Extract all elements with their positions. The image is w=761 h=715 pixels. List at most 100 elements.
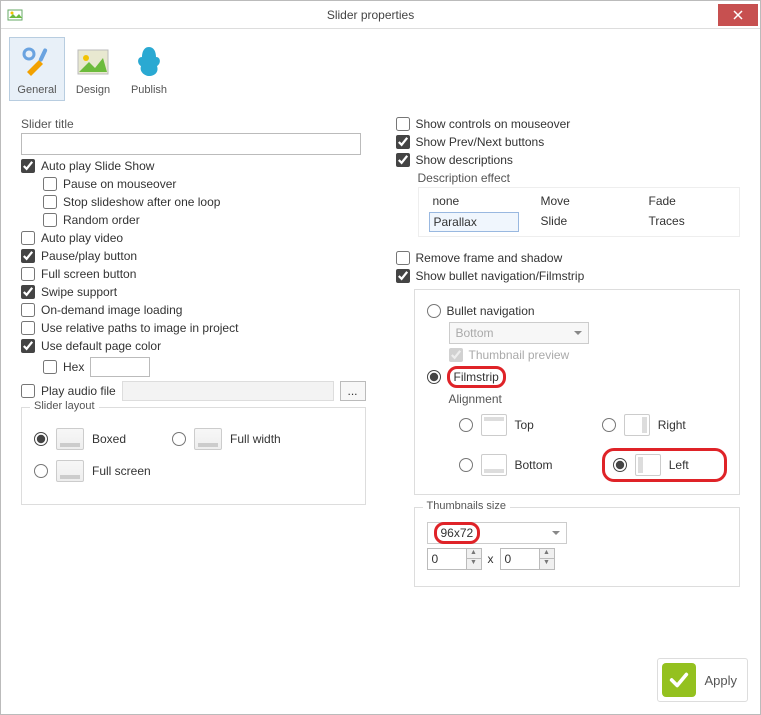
- alignment-label: Alignment: [449, 392, 502, 406]
- show-desc-checkbox[interactable]: [396, 153, 410, 167]
- pause-mouseover-label: Pause on mouseover: [63, 177, 176, 191]
- thumb-w-input[interactable]: [427, 548, 467, 570]
- relpaths-checkbox[interactable]: [21, 321, 35, 335]
- align-top-icon: [481, 414, 507, 436]
- apply-label: Apply: [704, 673, 737, 688]
- layout-fullscreen-radio[interactable]: [34, 464, 48, 478]
- close-button[interactable]: [718, 4, 758, 26]
- close-icon: [733, 10, 743, 20]
- thumb-x-label: x: [488, 552, 494, 566]
- align-bottom-label: Bottom: [515, 458, 553, 472]
- layout-boxed-radio[interactable]: [34, 432, 48, 446]
- bullet-pos-dropdown: Bottom: [449, 322, 589, 344]
- titlebar: Slider properties: [1, 1, 760, 29]
- bullet-nav-label: Bullet navigation: [447, 304, 535, 318]
- thumb-h-input[interactable]: [500, 548, 540, 570]
- play-audio-label: Play audio file: [41, 384, 116, 398]
- pauseplay-btn-checkbox[interactable]: [21, 249, 35, 263]
- desc-effect-label: Description effect: [418, 171, 741, 185]
- show-desc-label: Show descriptions: [416, 153, 513, 167]
- layout-fullwidth-icon: [194, 428, 222, 450]
- ondemand-checkbox[interactable]: [21, 303, 35, 317]
- desc-effect-none[interactable]: none: [429, 192, 519, 210]
- defcolor-checkbox[interactable]: [21, 339, 35, 353]
- thumb-preview-checkbox: [449, 348, 463, 362]
- slider-layout-group: Slider layout Boxed Full width Full scre…: [21, 407, 366, 505]
- thumbs-size-dropdown[interactable]: 96x72: [427, 522, 567, 544]
- remove-frame-label: Remove frame and shadow: [416, 251, 563, 265]
- thumb-w-spinner[interactable]: ▲▼: [427, 548, 482, 570]
- random-order-checkbox[interactable]: [43, 213, 57, 227]
- tab-general-label: General: [17, 84, 56, 96]
- remove-frame-checkbox[interactable]: [396, 251, 410, 265]
- filmstrip-radio[interactable]: [427, 370, 441, 384]
- show-controls-label: Show controls on mouseover: [416, 117, 571, 131]
- align-right-label: Right: [658, 418, 686, 432]
- layout-fullwidth-radio[interactable]: [172, 432, 186, 446]
- align-top-radio[interactable]: [459, 418, 473, 432]
- hex-label: Hex: [63, 360, 84, 374]
- tab-design[interactable]: Design: [65, 37, 121, 101]
- align-left-label: Left: [669, 458, 689, 472]
- tab-general[interactable]: General: [9, 37, 65, 101]
- show-bullet-label: Show bullet navigation/Filmstrip: [416, 269, 585, 283]
- layout-boxed-icon: [56, 428, 84, 450]
- ondemand-label: On-demand image loading: [41, 303, 182, 317]
- thumb-h-down[interactable]: ▼: [540, 559, 554, 569]
- show-prevnext-label: Show Prev/Next buttons: [416, 135, 545, 149]
- thumb-h-spinner[interactable]: ▲▼: [500, 548, 555, 570]
- thumbs-group: Thumbnails size 96x72 ▲▼ x ▲▼: [414, 507, 741, 587]
- align-bottom-radio[interactable]: [459, 458, 473, 472]
- window-title: Slider properties: [23, 8, 718, 22]
- desc-effect-move[interactable]: Move: [537, 192, 627, 210]
- picture-icon: [73, 42, 113, 82]
- app-icon: [7, 7, 23, 23]
- pause-mouseover-checkbox[interactable]: [43, 177, 57, 191]
- swipe-checkbox[interactable]: [21, 285, 35, 299]
- filmstrip-label: Filmstrip: [447, 366, 506, 388]
- hex-checkbox[interactable]: [43, 360, 57, 374]
- thumb-w-up[interactable]: ▲: [467, 549, 481, 559]
- tools-icon: [17, 42, 57, 82]
- desc-effect-traces[interactable]: Traces: [645, 212, 735, 232]
- autoplay-checkbox[interactable]: [21, 159, 35, 173]
- desc-effect-slide[interactable]: Slide: [537, 212, 627, 232]
- hex-input[interactable]: [90, 357, 150, 377]
- tab-design-label: Design: [76, 84, 110, 96]
- align-top-label: Top: [515, 418, 534, 432]
- thumb-w-down[interactable]: ▼: [467, 559, 481, 569]
- tab-bar: General Design Publish: [7, 33, 754, 101]
- align-left-radio[interactable]: [613, 458, 627, 472]
- random-order-label: Random order: [63, 213, 140, 227]
- show-controls-checkbox[interactable]: [396, 117, 410, 131]
- layout-fullwidth-label: Full width: [230, 432, 281, 446]
- right-column: Show controls on mouseover Show Prev/Nex…: [396, 113, 741, 587]
- publish-icon: [129, 42, 169, 82]
- tab-publish[interactable]: Publish: [121, 37, 177, 101]
- thumbs-title: Thumbnails size: [423, 500, 510, 512]
- thumbs-size-value: 96x72: [434, 522, 481, 544]
- play-audio-checkbox[interactable]: [21, 384, 35, 398]
- check-icon: [662, 663, 696, 697]
- autoplay-video-checkbox[interactable]: [21, 231, 35, 245]
- audio-browse-button[interactable]: ...: [340, 381, 366, 401]
- audio-path-input: [122, 381, 334, 401]
- desc-effect-fade[interactable]: Fade: [645, 192, 735, 210]
- apply-button[interactable]: Apply: [657, 658, 748, 702]
- show-prevnext-checkbox[interactable]: [396, 135, 410, 149]
- content: General Design Publish Slider title Auto…: [1, 29, 760, 603]
- align-right-radio[interactable]: [602, 418, 616, 432]
- pauseplay-btn-label: Pause/play button: [41, 249, 137, 263]
- bullet-nav-radio[interactable]: [427, 304, 441, 318]
- align-bottom-icon: [481, 454, 507, 476]
- show-bullet-checkbox[interactable]: [396, 269, 410, 283]
- desc-effect-parallax[interactable]: Parallax: [429, 212, 519, 232]
- left-column: Slider title Auto play Slide Show Pause …: [21, 113, 366, 587]
- stop-after-loop-checkbox[interactable]: [43, 195, 57, 209]
- slider-title-label: Slider title: [21, 117, 366, 131]
- fullscreen-btn-label: Full screen button: [41, 267, 136, 281]
- slider-title-input[interactable]: [21, 133, 361, 155]
- thumb-h-up[interactable]: ▲: [540, 549, 554, 559]
- fullscreen-btn-checkbox[interactable]: [21, 267, 35, 281]
- swipe-label: Swipe support: [41, 285, 117, 299]
